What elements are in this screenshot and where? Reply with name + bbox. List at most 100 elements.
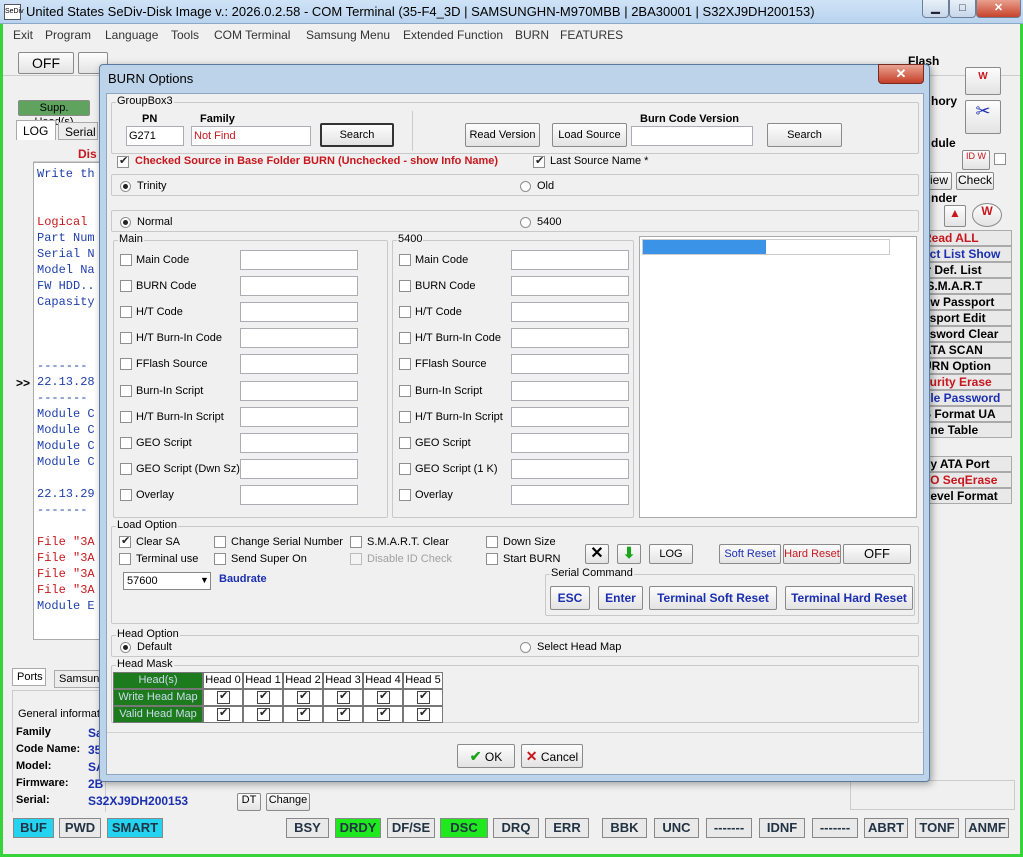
tools-icon-button[interactable]: ✂ <box>965 100 1001 134</box>
power-off-button[interactable]: OFF <box>18 52 74 74</box>
source-checkbox[interactable] <box>399 306 411 319</box>
function-item[interactable]: one Table <box>920 422 1012 438</box>
right-checkbox[interactable] <box>994 153 1006 165</box>
w-circle-icon-button[interactable]: W <box>972 203 1002 227</box>
write-head-checkbox[interactable] <box>337 689 350 704</box>
source-path-field[interactable] <box>511 328 629 349</box>
source-path-field[interactable] <box>511 354 629 375</box>
source-path-field[interactable] <box>511 484 629 505</box>
r5400-radio[interactable] <box>520 217 531 228</box>
ok-button[interactable]: ✔ OK <box>457 744 515 768</box>
source-checkbox[interactable] <box>399 358 411 371</box>
terminal-soft-reset-button[interactable]: Terminal Soft Reset <box>649 586 777 610</box>
pn-field[interactable]: G271 <box>126 126 184 146</box>
source-path-field[interactable] <box>240 302 358 323</box>
maximize-button[interactable]: □ <box>949 0 976 18</box>
source-checkbox[interactable] <box>399 254 411 266</box>
source-path-field[interactable] <box>240 250 358 270</box>
dialog-close-button[interactable]: ✕ <box>878 64 924 84</box>
tab-supp-heads[interactable]: Supp. Head(s) <box>18 100 90 128</box>
source-checkbox[interactable] <box>120 410 132 423</box>
esc-button[interactable]: ESC <box>550 586 590 610</box>
select-head-map-radio[interactable] <box>520 642 531 653</box>
source-path-field[interactable] <box>511 250 629 270</box>
source-checkbox[interactable] <box>399 462 411 475</box>
smart-clear-checkbox[interactable] <box>350 536 362 548</box>
source-checkbox[interactable] <box>120 462 132 475</box>
function-item[interactable]: ow Passport <box>920 294 1012 310</box>
hard-reset-button[interactable]: Hard Reset <box>783 544 841 564</box>
function-item[interactable]: ble Password <box>920 390 1012 406</box>
source-checkbox[interactable] <box>120 306 132 319</box>
menu-language[interactable]: Language <box>105 28 158 42</box>
source-path-field[interactable] <box>240 328 358 349</box>
function-item[interactable]: lr Def. List <box>920 262 1012 278</box>
search-version-button[interactable]: Search <box>767 123 842 147</box>
source-path-field[interactable] <box>511 276 629 297</box>
arrow-down-icon[interactable]: ⬇ <box>617 544 641 564</box>
valid-head-checkbox[interactable] <box>377 706 390 721</box>
log-console[interactable]: Write th Logical Part Num Serial N Model Na F… <box>33 162 103 640</box>
function-item[interactable]: ssword Clear <box>920 326 1012 342</box>
terminal-hard-reset-button[interactable]: Terminal Hard Reset <box>785 586 913 610</box>
dt-button[interactable]: DT <box>237 793 261 811</box>
change-button[interactable]: Change <box>266 793 310 811</box>
clear-sa-checkbox[interactable] <box>119 534 131 548</box>
source-checkbox[interactable] <box>399 384 411 397</box>
search-button[interactable]: Search <box>320 123 394 147</box>
normal-radio[interactable] <box>120 217 131 228</box>
source-checkbox[interactable] <box>120 280 132 293</box>
source-checkbox[interactable] <box>399 280 411 293</box>
source-path-field[interactable] <box>240 354 358 375</box>
tab-serial[interactable]: Serial L <box>58 122 98 140</box>
write-icon-button[interactable]: W <box>965 67 1001 95</box>
valid-head-checkbox[interactable] <box>417 706 430 721</box>
write-head-checkbox[interactable] <box>417 689 430 704</box>
function-item[interactable]: Read ALL <box>920 230 1012 246</box>
trinity-radio[interactable] <box>120 181 131 192</box>
source-list-panel[interactable] <box>639 236 917 518</box>
function-item[interactable]: S Format UA <box>920 406 1012 422</box>
read-version-button[interactable]: Read Version <box>465 123 540 147</box>
burn-code-version-field[interactable] <box>631 126 753 146</box>
function-item[interactable]: URN Option <box>920 358 1012 374</box>
source-checkbox[interactable] <box>120 254 132 266</box>
source-checkbox[interactable] <box>120 436 132 449</box>
menu-program[interactable]: Program <box>45 28 91 42</box>
function-item[interactable]: TO SeqErase <box>920 472 1012 488</box>
source-path-field[interactable] <box>511 432 629 453</box>
tab-log[interactable]: LOG <box>16 120 56 140</box>
function-item[interactable]: S.M.A.R.T. <box>920 278 1012 294</box>
source-path-field[interactable] <box>240 276 358 297</box>
valid-head-checkbox[interactable] <box>297 706 310 721</box>
menu-samsung[interactable]: Samsung Menu <box>306 28 390 42</box>
menu-burn[interactable]: BURN <box>515 28 549 42</box>
valid-head-checkbox[interactable] <box>217 706 230 721</box>
menu-com-terminal[interactable]: COM Terminal <box>214 28 290 42</box>
close-icon[interactable]: ✕ <box>585 544 609 564</box>
cancel-button[interactable]: ✕ Cancel <box>521 744 583 768</box>
source-checkbox[interactable] <box>399 410 411 423</box>
menu-features[interactable]: FEATURES <box>560 28 623 42</box>
function-item[interactable]: curity Erase <box>920 374 1012 390</box>
log-button[interactable]: LOG <box>649 544 693 564</box>
valid-head-checkbox[interactable] <box>257 706 270 721</box>
source-path-field[interactable] <box>240 380 358 401</box>
close-button[interactable]: ✕ <box>976 0 1021 18</box>
source-checkbox[interactable] <box>120 358 132 371</box>
function-item[interactable]: ect List Show <box>920 246 1012 262</box>
write-head-checkbox[interactable] <box>217 689 230 704</box>
last-source-checkbox[interactable] <box>533 154 545 168</box>
menu-tools[interactable]: Tools <box>171 28 199 42</box>
checked-source-checkbox[interactable] <box>117 154 129 168</box>
id-w-icon-button[interactable]: ID W <box>962 150 990 170</box>
source-path-field[interactable] <box>240 484 358 505</box>
family-field[interactable]: Not Find <box>191 126 311 146</box>
bottle-icon-button[interactable]: ▲ <box>944 205 966 227</box>
source-path-field[interactable] <box>511 458 629 479</box>
start-burn-checkbox[interactable] <box>486 553 498 565</box>
tab-samsung[interactable]: Samsun <box>54 670 102 688</box>
change-serial-checkbox[interactable] <box>214 536 226 548</box>
source-path-field[interactable] <box>240 406 358 427</box>
menu-exit[interactable]: Exit <box>13 28 33 42</box>
